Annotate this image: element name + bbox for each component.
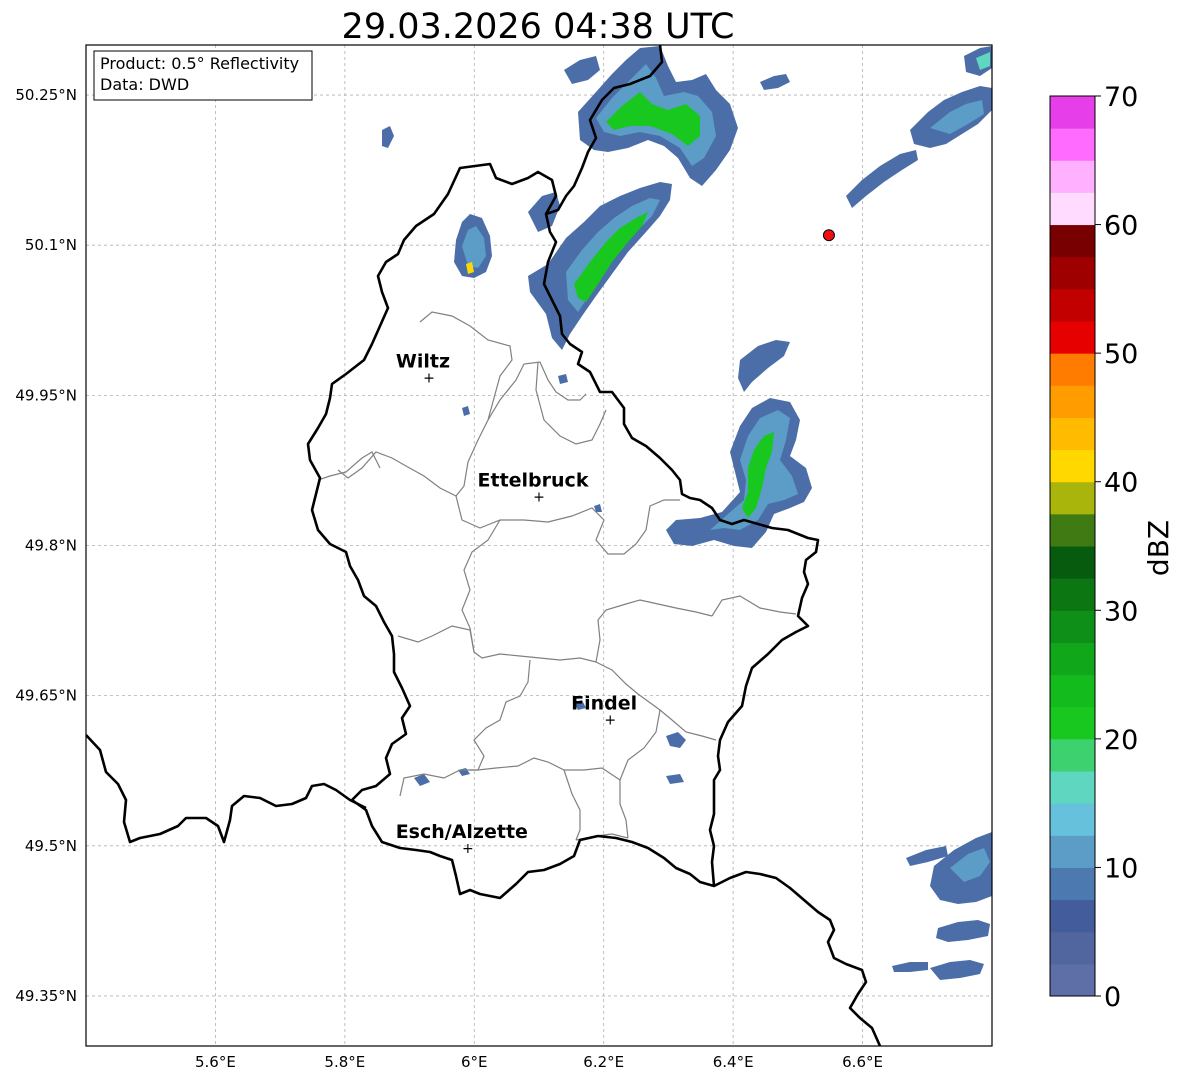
colorbar-swatch-16 [1050,449,1095,483]
city-label-esch-alzette: Esch/Alzette [396,821,528,843]
radar-map-figure: 29.03.2026 04:38 UTC Wiltz + Ettelbruck … [15,7,1175,1071]
colorbar-swatch-23 [1050,224,1095,258]
colorbar-swatch-14 [1050,513,1095,547]
colorbar-swatch-2 [1050,899,1095,933]
colorbar-swatch-21 [1050,288,1095,322]
colorbar-swatch-4 [1050,835,1095,868]
lat-tick-label-3: 49.8°N [25,537,77,555]
lon-tick-label-4: 6.4°E [713,1053,754,1071]
colorbar-swatch-22 [1050,256,1095,290]
colorbar-swatch-24 [1050,192,1095,226]
lon-tick-label-0: 5.6°E [195,1053,236,1071]
colorbar-tick-label-1: 10 [1104,853,1138,884]
city-label-findel: Findel [571,693,637,715]
colorbar-swatch-19 [1050,353,1095,386]
colorbar-tick-label-0: 0 [1104,982,1121,1013]
lat-tick-label-6: 49.35°N [15,987,77,1005]
lon-tick-label-5: 6.6°E [842,1053,883,1071]
city-marker-wiltz: + [423,370,435,386]
colorbar-swatch-25 [1050,160,1095,193]
colorbar-swatch-5 [1050,803,1095,836]
colorbar-tick-label-5: 50 [1104,339,1138,370]
colorbar-swatch-10 [1050,642,1095,676]
colorbar-swatches [1050,96,1095,997]
city-marker-esch-alzette: + [462,841,474,857]
lat-tick-label-4: 49.65°N [15,687,77,705]
colorbar-swatch-15 [1050,481,1095,515]
colorbar-swatch-1 [1050,931,1095,965]
map-title: 29.03.2026 04:38 UTC [342,7,735,47]
colorbar-swatch-0 [1050,963,1095,997]
colorbar-swatch-11 [1050,610,1095,643]
colorbar-swatch-27 [1050,96,1095,129]
info-box-product: Product: 0.5° Reflectivity [100,54,299,73]
colorbar-ticks: 0 10 20 30 40 50 60 70 [1095,82,1138,1013]
lat-tick-label-1: 50.1°N [25,236,77,254]
colorbar-swatch-13 [1050,546,1095,579]
city-label-wiltz: Wiltz [396,350,450,372]
info-box-source: Data: DWD [100,75,189,94]
lon-tick-label-1: 5.8°E [324,1053,365,1071]
colorbar-swatch-12 [1050,578,1095,611]
colorbar-swatch-17 [1050,417,1095,451]
city-marker-findel: + [604,713,616,729]
colorbar-tick-label-4: 40 [1104,468,1138,499]
latitude-tick-labels: 50.25°N 50.1°N 49.95°N 49.8°N 49.65°N 49.5°N 4… [15,86,77,1005]
colorbar-tick-label-2: 20 [1104,725,1138,756]
info-box: Product: 0.5° Reflectivity Data: DWD [93,50,313,101]
lon-tick-label-3: 6.2°E [583,1053,624,1071]
city-marker-ettelbruck: + [533,489,545,505]
colorbar-swatch-18 [1050,385,1095,418]
colorbar-swatch-7 [1050,738,1095,772]
colorbar: 0 10 20 30 40 50 60 70 dBZ [1049,82,1175,1013]
colorbar-swatch-20 [1050,321,1095,354]
colorbar-tick-label-7: 70 [1104,82,1138,113]
colorbar-title: dBZ [1142,520,1175,576]
colorbar-swatch-8 [1050,706,1095,740]
lat-tick-label-2: 49.95°N [15,386,77,404]
radar-site-marker [822,229,835,242]
colorbar-swatch-9 [1050,674,1095,708]
city-label-ettelbruck: Ettelbruck [478,469,589,491]
colorbar-tick-label-3: 30 [1104,596,1138,627]
colorbar-tick-label-6: 60 [1104,211,1138,242]
colorbar-swatch-6 [1050,771,1095,804]
longitude-tick-labels: 5.6°E 5.8°E 6°E 6.2°E 6.4°E 6.6°E [195,1053,883,1071]
colorbar-swatch-3 [1050,867,1095,901]
lon-tick-label-2: 6°E [461,1053,488,1071]
lat-tick-label-0: 50.25°N [15,86,77,104]
colorbar-swatch-26 [1050,128,1095,161]
lat-tick-label-5: 49.5°N [25,837,77,855]
